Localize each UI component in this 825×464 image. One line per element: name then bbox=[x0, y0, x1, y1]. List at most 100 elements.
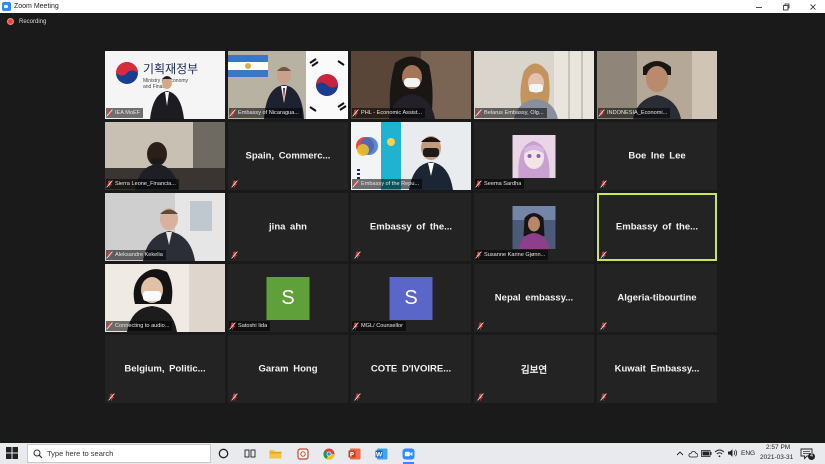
participant-name: MGL/ Counsellor bbox=[361, 323, 403, 329]
participant-tile[interactable]: Aleksandre Kekelia bbox=[105, 193, 225, 261]
word-icon[interactable]: W bbox=[374, 446, 389, 461]
participant-tile[interactable]: Seema Sardha bbox=[474, 122, 594, 190]
participant-name: Satoshi Iida bbox=[238, 323, 268, 329]
participant-tile[interactable]: Embassy of the... bbox=[351, 193, 471, 261]
participant-tile[interactable]: jina ahn bbox=[228, 193, 348, 261]
muted-mic-icon bbox=[475, 180, 482, 188]
participant-display-name: Algeria-tibourtine bbox=[617, 292, 697, 304]
windows-taskbar: Type here to search P W ENG 2:57 PM 2021… bbox=[0, 443, 825, 464]
muted-mic-icon bbox=[352, 109, 359, 117]
participant-tile[interactable]: Algeria-tibourtine bbox=[597, 264, 717, 332]
participant-name: Susanne Karine Gjønn... bbox=[484, 252, 546, 258]
participant-tile[interactable]: INDONESIA_Economi... bbox=[597, 51, 717, 119]
participant-tile[interactable]: COTE D'IVOIRE... bbox=[351, 335, 471, 403]
volume-icon[interactable] bbox=[727, 448, 738, 458]
participant-name: Embassy of the Repu... bbox=[361, 181, 420, 187]
participant-caption: Satoshi Iida bbox=[229, 321, 271, 331]
muted-mic-icon bbox=[231, 393, 238, 401]
muted-mic-icon bbox=[231, 251, 238, 259]
participant-display-name: Embassy of the... bbox=[369, 221, 453, 233]
participant-caption: Embassy of the Repu... bbox=[352, 179, 423, 189]
participant-tile[interactable]: Embassy of the Repu... bbox=[351, 122, 471, 190]
participant-name: Aleksandre Kekelia bbox=[115, 252, 163, 258]
participant-caption: INDONESIA_Economi... bbox=[598, 108, 671, 118]
windows-start-icon[interactable] bbox=[6, 447, 18, 459]
participant-tile[interactable]: Spain, Commerc... bbox=[228, 122, 348, 190]
chevron-up-icon[interactable] bbox=[676, 451, 684, 456]
taskbar-search-box[interactable]: Type here to search bbox=[27, 444, 211, 463]
minimize-button[interactable] bbox=[746, 0, 772, 13]
svg-text:W: W bbox=[376, 451, 383, 458]
participant-display-name: Nepal embassy... bbox=[494, 292, 574, 304]
battery-icon[interactable] bbox=[701, 450, 712, 457]
restore-icon bbox=[783, 3, 790, 10]
participant-tile[interactable]: Susanne Karine Gjønn... bbox=[474, 193, 594, 261]
input-language[interactable]: ENG bbox=[741, 450, 755, 457]
participant-caption: MGL/ Counsellor bbox=[352, 321, 406, 331]
participant-display-name: Kuwait Embassy... bbox=[614, 363, 700, 375]
cloud-icon[interactable] bbox=[688, 449, 698, 458]
muted-mic-icon bbox=[106, 322, 113, 330]
participant-tile[interactable]: Nepal embassy... bbox=[474, 264, 594, 332]
participant-tile[interactable]: Sierra Leone_Financia... bbox=[105, 122, 225, 190]
recording-indicator[interactable]: Recording bbox=[7, 18, 46, 25]
participant-tile[interactable]: Boe Ine Lee bbox=[597, 122, 717, 190]
muted-mic-icon bbox=[354, 393, 361, 401]
participant-tile[interactable]: S Satoshi Iida bbox=[228, 264, 348, 332]
participant-name: Connecting to audio... bbox=[115, 323, 170, 329]
participant-tile[interactable]: 김보연 bbox=[474, 335, 594, 403]
close-button[interactable] bbox=[800, 0, 825, 13]
maximize-button[interactable] bbox=[773, 0, 799, 13]
search-icon bbox=[33, 449, 43, 458]
title-bar: Zoom Meeting bbox=[0, 0, 825, 13]
powerpoint-icon[interactable]: P bbox=[347, 446, 362, 461]
profile-picture bbox=[512, 135, 556, 178]
zoom-taskbar-icon[interactable] bbox=[401, 446, 416, 461]
muted-mic-icon bbox=[231, 180, 238, 188]
participant-tile[interactable]: Belgium, Politic... bbox=[105, 335, 225, 403]
participant-name: IEA MoEF bbox=[115, 110, 141, 116]
muted-mic-icon bbox=[108, 393, 115, 401]
participant-name: Seema Sardha bbox=[484, 181, 522, 187]
clock-date[interactable]: 2021-03-31 bbox=[760, 454, 793, 461]
participant-display-name: Garam Hong bbox=[258, 363, 318, 375]
participant-caption: Sierra Leone_Financia... bbox=[106, 179, 179, 189]
participant-tile[interactable]: Embassy of Nicaragua... bbox=[228, 51, 348, 119]
muted-mic-icon bbox=[229, 109, 236, 117]
participant-name: Embassy of Nicaragua... bbox=[238, 110, 299, 116]
participant-display-name: COTE D'IVOIRE... bbox=[370, 363, 452, 375]
task-view-icon[interactable] bbox=[242, 446, 257, 461]
participant-tile[interactable]: Belarus Embassy, Olg... bbox=[474, 51, 594, 119]
participant-name: Sierra Leone_Financia... bbox=[115, 181, 176, 187]
participant-tile[interactable]: S MGL/ Counsellor bbox=[351, 264, 471, 332]
participant-tile[interactable]: 기획재정부Ministry of Economyand FinanceIEA M… bbox=[105, 51, 225, 119]
participant-tile[interactable]: Garam Hong bbox=[228, 335, 348, 403]
participant-name: Belarus Embassy, Olg... bbox=[484, 110, 544, 116]
participant-avatar: S bbox=[389, 277, 433, 320]
notification-center-button[interactable]: 4 bbox=[800, 447, 816, 461]
wifi-icon[interactable] bbox=[714, 448, 725, 458]
participant-tile[interactable]: Embassy of the... bbox=[597, 193, 717, 261]
recording-dot-icon bbox=[7, 18, 14, 25]
cortana-icon[interactable] bbox=[216, 446, 231, 461]
file-explorer-icon[interactable] bbox=[268, 446, 283, 461]
snip-icon[interactable] bbox=[295, 446, 310, 461]
participant-display-name: Spain, Commerc... bbox=[245, 150, 331, 162]
muted-mic-icon bbox=[106, 251, 113, 259]
muted-mic-icon bbox=[354, 251, 361, 259]
participant-display-name: Belgium, Politic... bbox=[124, 363, 206, 375]
participant-display-name: Boe Ine Lee bbox=[628, 150, 686, 162]
participant-name: PHL - Economic Assist... bbox=[361, 110, 423, 116]
chrome-icon[interactable] bbox=[321, 446, 336, 461]
search-placeholder: Type here to search bbox=[47, 449, 114, 458]
participant-caption: Connecting to audio... bbox=[106, 321, 173, 331]
participant-tile[interactable]: Connecting to audio... bbox=[105, 264, 225, 332]
participant-tile[interactable]: Kuwait Embassy... bbox=[597, 335, 717, 403]
clock-time[interactable]: 2:57 PM bbox=[766, 444, 790, 451]
muted-mic-icon bbox=[106, 180, 113, 188]
svg-text:P: P bbox=[350, 451, 355, 458]
participant-tile[interactable]: PHL - Economic Assist... bbox=[351, 51, 471, 119]
ministry-logo-text: 기획재정부 bbox=[143, 62, 198, 76]
muted-mic-icon bbox=[475, 251, 482, 259]
gallery-grid: 기획재정부Ministry of Economyand FinanceIEA M… bbox=[105, 51, 721, 403]
